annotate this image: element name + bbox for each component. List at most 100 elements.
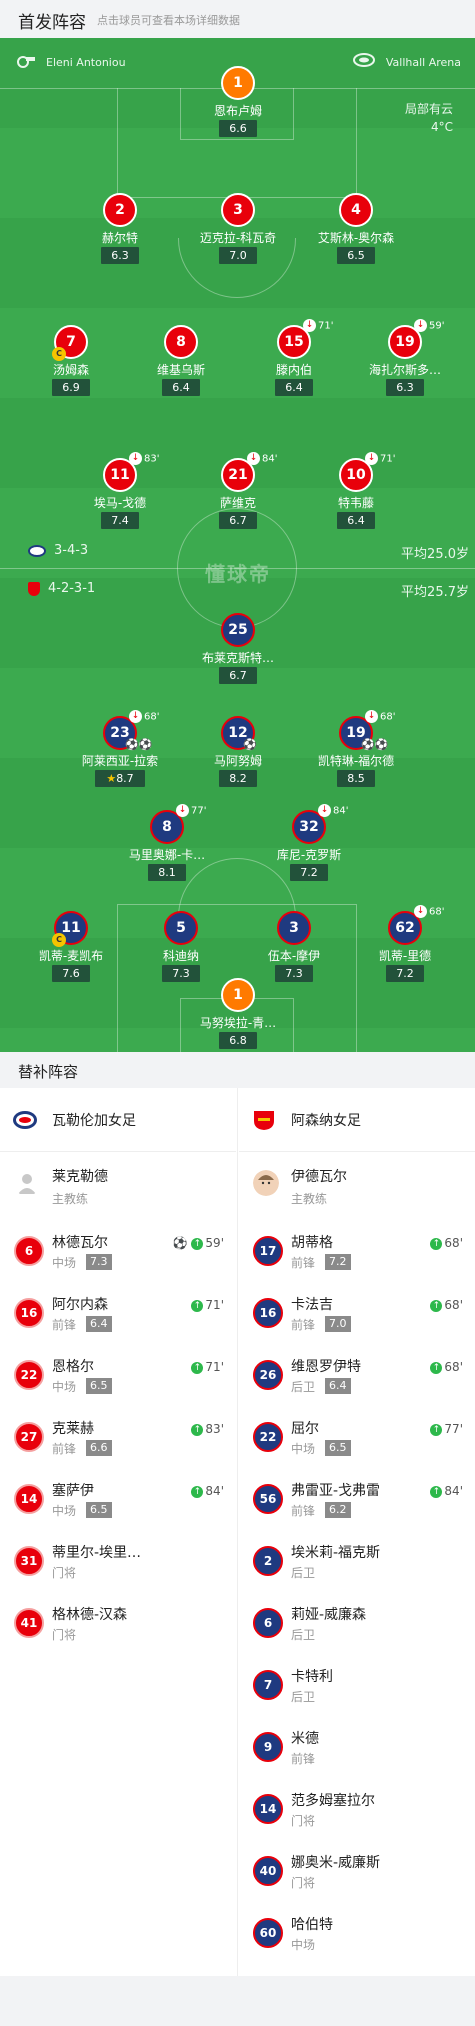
player-name: 赫尔特	[101, 231, 138, 245]
home-player[interactable]: 3 迈克拉-科瓦奇 7.0	[183, 193, 293, 265]
best-player-star-icon: ★	[106, 772, 117, 785]
sub-position: 前锋	[291, 1752, 316, 1766]
sub-in-arrow-icon: ↑	[430, 1299, 443, 1312]
player-name: 维基乌斯	[156, 363, 205, 377]
away-player[interactable]: 25 布莱克斯特… 6.7	[183, 613, 293, 685]
substitute-row[interactable]: 41 格林德-汉森 门将	[0, 1596, 236, 1658]
sub-on-time: ↑ 83'	[191, 1422, 224, 1436]
away-player[interactable]: 8 马里奥娜-卡… 8.1 ↓ 77'	[112, 804, 222, 882]
sub-off-indicator: ↓ 84'	[318, 804, 348, 817]
home-player[interactable]: 21 萨维克 6.7 ↓ 84'	[183, 452, 293, 530]
substitute-row[interactable]: 27 克莱赫 前锋 6.6 ↑ 83'	[0, 1410, 236, 1472]
sub-rating: 6.6	[86, 1440, 112, 1456]
home-coach[interactable]: 莱克勒德 主教练	[0, 1152, 236, 1224]
home-team-header[interactable]: 瓦勒伦加女足	[0, 1088, 236, 1152]
sub-player-name: 米德	[291, 1731, 319, 1747]
substitute-row[interactable]: 17 胡蒂格 前锋 7.2 ↑ 68'	[239, 1224, 475, 1286]
away-player[interactable]: 62 凯蒂-里德 7.2 ↓ 68'	[350, 905, 460, 983]
sub-player-name: 阿尔内森	[52, 1297, 108, 1313]
home-player[interactable]: 8 维基乌斯 6.4	[126, 325, 236, 397]
player-rating: 7.2	[386, 965, 424, 982]
away-player[interactable]: 5 科迪纳 7.3	[126, 911, 236, 983]
substitute-row[interactable]: 9 米德 前锋	[239, 1720, 475, 1782]
substitute-row[interactable]: 26 维恩罗伊特 后卫 6.4 ↑ 68'	[239, 1348, 475, 1410]
home-player[interactable]: 15 滕内伯 6.4 ↓ 71'	[239, 319, 349, 397]
sub-on-time: ↑ 71'	[191, 1360, 224, 1374]
away-player[interactable]: 1 马努埃拉-青… 6.8	[183, 978, 293, 1050]
sub-arrow-icon: ↓	[176, 804, 189, 817]
sub-position: 门将	[291, 1814, 316, 1828]
away-player[interactable]: 11 凯蒂-麦凯布 7.6 C	[16, 911, 126, 983]
sub-jersey-number: 6	[253, 1608, 283, 1638]
sub-player-name: 胡蒂格	[291, 1235, 333, 1251]
coach-avatar-icon	[253, 1170, 279, 1196]
player-name: 特韦藤	[337, 496, 374, 510]
player-name: 萨维克	[219, 496, 256, 510]
home-player[interactable]: 7 汤姆森 6.9 C	[16, 325, 126, 397]
away-player[interactable]: 32 库尼-克罗斯 7.2 ↓ 84'	[254, 804, 364, 882]
substitute-row[interactable]: 22 屈尔 中场 6.5 ↑ 77'	[239, 1410, 475, 1472]
sub-position: 前锋	[291, 1256, 316, 1270]
substitute-row[interactable]: 14 塞萨伊 中场 6.5 ↑ 84'	[0, 1472, 236, 1534]
jersey-number: 25	[221, 613, 255, 647]
sub-rating: 6.2	[325, 1502, 351, 1518]
sub-arrow-icon: ↓	[414, 905, 427, 918]
player-name: 凯蒂-里德	[378, 949, 432, 963]
away-player[interactable]: 3 伍本-摩伊 7.3	[239, 911, 349, 983]
away-coach[interactable]: 伊德瓦尔 主教练	[239, 1152, 475, 1224]
sub-jersey-number: 7	[253, 1670, 283, 1700]
substitute-row[interactable]: 14 范多姆塞拉尔 门将	[239, 1782, 475, 1844]
away-player[interactable]: 23 阿莱西亚-拉索 ★8.7 ↓ 68' ⚽⚽	[65, 710, 175, 788]
home-subs-column: 瓦勒伦加女足 莱克勒德 主教练 6 林德瓦尔 中场 7.3 ⚽ ↑ 59' 16 阿尔内森 前锋…	[0, 1088, 236, 1658]
substitute-row[interactable]: 60 哈伯特 中场	[239, 1906, 475, 1968]
sub-rating: 7.3	[86, 1254, 112, 1270]
player-rating: 6.9	[52, 379, 90, 396]
player-rating: 6.6	[219, 120, 257, 137]
sub-rating: 7.0	[325, 1316, 351, 1332]
jersey-number: 2	[103, 193, 137, 227]
player-rating: 6.4	[275, 379, 313, 396]
sub-player-name: 林德瓦尔	[52, 1235, 108, 1251]
away-player[interactable]: 19 凯特琳-福尔德 8.5 ↓ 68' ⚽⚽	[301, 710, 411, 788]
player-name: 科迪纳	[162, 949, 199, 963]
substitute-row[interactable]: 7 卡特利 后卫	[239, 1658, 475, 1720]
player-rating: 8.5	[337, 770, 375, 787]
goal-ball-icon: ⚽	[243, 738, 257, 751]
substitute-row[interactable]: 2 埃米莉-福克斯 后卫	[239, 1534, 475, 1596]
home-player[interactable]: 4 艾斯林-奥尔森 6.5	[301, 193, 411, 265]
away-team-header[interactable]: 阿森纳女足	[239, 1088, 475, 1152]
jersey-number: 3	[277, 911, 311, 945]
coach-name: 伊德瓦尔	[291, 1169, 347, 1185]
home-player[interactable]: 2 赫尔特 6.3	[65, 193, 175, 265]
substitute-row[interactable]: 56 弗雷亚-戈弗雷 前锋 6.2 ↑ 84'	[239, 1472, 475, 1534]
substitute-row[interactable]: 16 卡法吉 前锋 7.0 ↑ 68'	[239, 1286, 475, 1348]
substitute-row[interactable]: 16 阿尔内森 前锋 6.4 ↑ 71'	[0, 1286, 236, 1348]
sub-position: 门将	[52, 1566, 77, 1580]
sub-in-arrow-icon: ↑	[430, 1237, 443, 1250]
substitute-row[interactable]: 31 蒂里尔-埃里… 门将	[0, 1534, 236, 1596]
sub-on-time: ↑ 68'	[430, 1236, 463, 1250]
home-player[interactable]: 19 海扎尔斯多… 6.3 ↓ 59'	[350, 319, 460, 397]
coach-role: 主教练	[52, 1192, 89, 1206]
arsenal-logo-icon	[254, 1111, 274, 1130]
sub-player-name: 格林德-汉森	[52, 1607, 128, 1623]
player-name: 凯特琳-福尔德	[317, 754, 395, 768]
sub-position: 后卫	[291, 1628, 316, 1642]
player-rating: ★8.7	[95, 770, 145, 787]
substitute-row[interactable]: 6 林德瓦尔 中场 7.3 ⚽ ↑ 59'	[0, 1224, 236, 1286]
substitute-row[interactable]: 6 莉娅-威廉森 后卫	[239, 1596, 475, 1658]
player-name: 海扎尔斯多…	[368, 363, 441, 377]
sub-position: 后卫	[291, 1566, 316, 1580]
substitute-row[interactable]: 22 恩格尔 中场 6.5 ↑ 71'	[0, 1348, 236, 1410]
home-team-name: 瓦勒伦加女足	[52, 1113, 136, 1129]
home-player[interactable]: 11 埃马-戈德 7.4 ↓ 83'	[65, 452, 175, 530]
player-rating: 6.7	[219, 667, 257, 684]
substitute-row[interactable]: 40 娜奥米-威廉斯 门将	[239, 1844, 475, 1906]
sub-jersey-number: 31	[14, 1546, 44, 1576]
home-player[interactable]: 1 恩布卢姆 6.6	[183, 66, 293, 138]
home-player[interactable]: 10 特韦藤 6.4 ↓ 71'	[301, 452, 411, 530]
sub-jersey-number: 60	[253, 1918, 283, 1948]
away-player[interactable]: 12 马阿努姆 8.2 ⚽	[183, 716, 293, 788]
sub-player-name: 屈尔	[291, 1421, 319, 1437]
coach-avatar-icon	[18, 1174, 36, 1194]
